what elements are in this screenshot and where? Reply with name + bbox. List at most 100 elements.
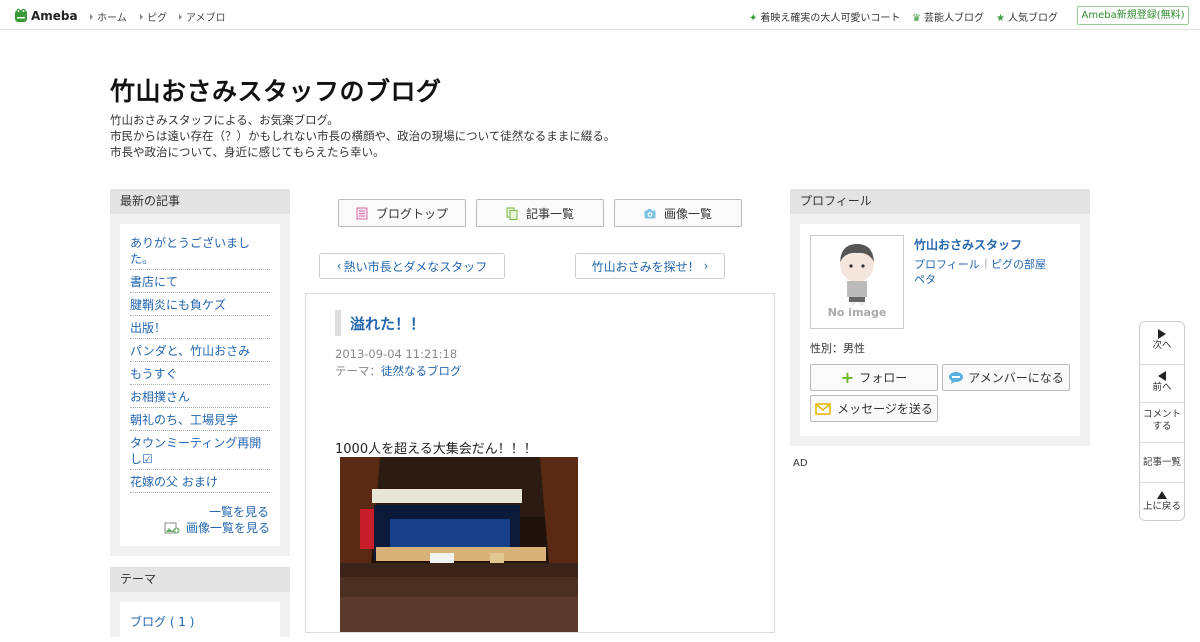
arrow-right-icon (1158, 329, 1166, 339)
arrow-up-icon (1157, 491, 1167, 499)
envelope-icon (815, 402, 831, 415)
star-icon: ★ (996, 13, 1005, 24)
send-message-label: メッセージを送る (837, 402, 933, 416)
amember-button[interactable]: アメンバーになる (942, 364, 1070, 391)
blog-description-line: 市民からは遠い存在（？）かもしれない市長の横顔や、政治の現場について徒然なるまま… (110, 129, 616, 143)
pigg-room-link[interactable]: ピグの部屋 (991, 256, 1046, 272)
assembly-hall-photo (340, 457, 578, 632)
recent-article-link[interactable]: パンダと、竹山おさみ (130, 343, 270, 362)
logo-text: Ameba (31, 9, 78, 23)
camera-icon (644, 208, 656, 218)
crown-icon: ♛ (912, 13, 921, 24)
recent-article-link[interactable]: ありがとうございました。 (130, 235, 270, 270)
send-message-button[interactable]: メッセージを送る (810, 395, 938, 422)
triangle-icon (179, 14, 182, 20)
entry-title-accent (335, 310, 341, 336)
nav-divider (1140, 442, 1184, 443)
theme-heading: テーマ (110, 567, 290, 592)
nav-pigg[interactable]: ピグ (140, 9, 167, 24)
link-separator: | (984, 256, 988, 269)
recent-article-link[interactable]: 花嫁の父 おまけ (130, 474, 270, 493)
ad-label: AD (793, 458, 808, 469)
entry-theme-label: テーマ： (335, 364, 381, 378)
link-popular-blog[interactable]: ★ 人気ブログ (996, 9, 1058, 24)
nav-home[interactable]: ホーム (90, 9, 127, 24)
recent-article-link[interactable]: 書店にて (130, 274, 270, 293)
prev-entry-label: 熱い市長とダメなスタッフ (343, 259, 488, 274)
arrow-left-icon (1158, 371, 1166, 381)
triangle-icon (140, 14, 143, 20)
register-button[interactable]: Ameba新規登録(無料) (1077, 6, 1189, 25)
profile-link[interactable]: プロフィール (914, 256, 980, 272)
follow-label: フォロー (859, 371, 908, 385)
next-page-button[interactable]: 次へ (1140, 329, 1184, 352)
nav-home-label: ホーム (97, 13, 127, 24)
plus-icon: + (840, 368, 855, 387)
see-all-articles-link[interactable]: 一覧を見る (209, 503, 269, 520)
image-list-icon (164, 522, 180, 533)
blog-top-button[interactable]: ブログトップ (338, 199, 466, 227)
speech-bubble-icon (949, 371, 964, 384)
see-images-row[interactable]: 画像一覧を見る (164, 519, 270, 536)
recent-article-link[interactable]: お相撲さん (130, 389, 270, 408)
global-header: Ameba ホーム ピグ アメブロ ✦ 着映え確実の大人可愛いコート ♛ 芸能人ブロ… (0, 0, 1200, 30)
copy-documents-icon (506, 207, 518, 220)
nav-divider (1140, 482, 1184, 483)
no-image-text: No image (827, 306, 887, 319)
amember-label: アメンバーになる (968, 371, 1064, 385)
sparkle-icon: ✦ (749, 13, 758, 24)
entry-photo-assembly-hall[interactable] (340, 457, 578, 632)
next-page-label: 次へ (1152, 340, 1172, 351)
ameba-frog-icon (15, 8, 27, 22)
entry-title[interactable]: 溢れた！！ (350, 313, 425, 334)
profile-avatar[interactable]: No image (810, 235, 904, 329)
floating-page-nav: 次へ 前へ コメントする 記事一覧 上に戻る (1139, 321, 1185, 521)
follow-button[interactable]: + フォロー (810, 364, 938, 391)
nav-ameblo-label: アメブロ (186, 13, 226, 24)
nav-divider (1140, 364, 1184, 365)
profile-heading: プロフィール (790, 189, 1090, 214)
ameba-logo[interactable]: Ameba (14, 7, 78, 25)
link-coat-promo-label: 着映え確実の大人可愛いコート (760, 13, 901, 24)
recent-article-link[interactable]: 出版！ (130, 320, 270, 339)
recent-article-link[interactable]: タウンミーティング再開し☑ (130, 435, 270, 470)
nav-pigg-label: ピグ (147, 13, 167, 24)
prev-page-button[interactable]: 前へ (1140, 371, 1184, 394)
blog-description-line: 竹山おさみスタッフによる、お気楽ブログ。 (110, 113, 339, 127)
triangle-icon (90, 14, 93, 20)
back-to-top-label: 上に戻る (1142, 501, 1181, 512)
image-list-button[interactable]: 画像一覧 (614, 199, 742, 227)
profile-gender: 性別：男性 (810, 342, 865, 355)
recent-article-link[interactable]: もうすぐ (130, 366, 270, 385)
entry-list-nav-button[interactable]: 記事一覧 (1140, 457, 1184, 469)
comment-button[interactable]: コメントする (1140, 409, 1184, 433)
link-celebrity-blog[interactable]: ♛ 芸能人ブログ (912, 9, 984, 24)
prev-page-label: 前へ (1152, 382, 1172, 393)
recent-articles-heading: 最新の記事 (110, 189, 290, 214)
recent-article-link[interactable]: 腱鞘炎にも負ケズ (130, 297, 270, 316)
entry-theme-link[interactable]: 徒然なるブログ (381, 364, 462, 378)
profile-name-link[interactable]: 竹山おさみスタッフ (914, 236, 1022, 253)
nav-ameblo[interactable]: アメブロ (179, 9, 226, 24)
back-to-top-button[interactable]: 上に戻る (1140, 491, 1184, 513)
peta-link[interactable]: ペタ (914, 271, 936, 287)
prev-entry-link[interactable]: ‹ 熱い市長とダメなスタッフ (319, 253, 505, 279)
recent-article-link[interactable]: 朝礼のち、工場見学 (130, 412, 270, 431)
blog-title[interactable]: 竹山おさみスタッフのブログ (110, 72, 442, 108)
recent-articles-inner (120, 224, 280, 546)
theme-item-link[interactable]: ブログ ( 1 ) (130, 613, 194, 630)
entry-list-button[interactable]: 記事一覧 (476, 199, 604, 227)
blog-top-label: ブログトップ (375, 206, 448, 221)
entry-datetime: 2013-09-04 11:21:18 (335, 347, 458, 361)
nav-divider (1140, 402, 1184, 403)
chevron-right-icon: › (703, 259, 709, 273)
image-list-label: 画像一覧 (663, 206, 712, 221)
link-celebrity-blog-label: 芸能人ブログ (923, 13, 984, 24)
chevron-left-icon: ‹ (336, 259, 342, 273)
see-images-link: 画像一覧を見る (186, 521, 271, 535)
link-coat-promo[interactable]: ✦ 着映え確実の大人可愛いコート (749, 9, 900, 24)
entry-body-text: 1000人を超える大集会だん！！！ (335, 442, 537, 457)
next-entry-link[interactable]: 竹山おさみを探せ！ › (575, 253, 725, 279)
link-popular-blog-label: 人気ブログ (1007, 13, 1058, 24)
entry-theme-row: テーマ：徒然なるブログ (335, 363, 462, 379)
